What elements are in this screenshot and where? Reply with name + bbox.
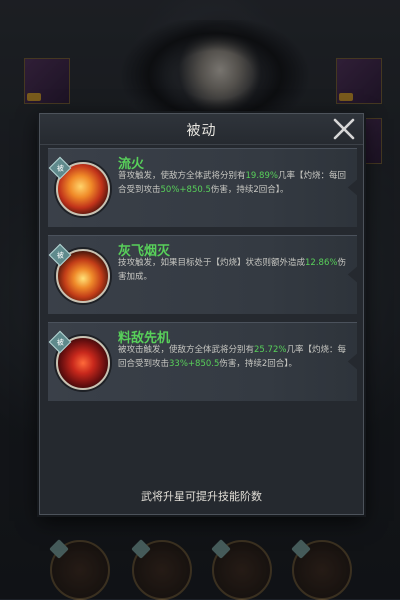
skill-description: 被攻击触发，使敌方全体武将分别有25.72%几率【灼烧：每回合受到攻击33%+8… bbox=[118, 345, 346, 369]
dialog-header: 被动 bbox=[40, 114, 363, 145]
close-icon bbox=[333, 118, 355, 140]
skill-description: 普攻触发，使敌方全体武将分别有19.89%几率【灼烧：每回合受到攻击50%+85… bbox=[118, 171, 346, 195]
dialog-title: 被动 bbox=[186, 123, 217, 139]
skill-item: 被 流火 普攻触发，使敌方全体武将分别有19.89%几率【灼烧：每回合受到攻击5… bbox=[48, 148, 357, 227]
skill-item: 被 灰飞烟灭 技攻触发，如果目标处于【灼烧】状态则额外造成12.86%伤害加成。 bbox=[48, 235, 357, 314]
star-up-hint: 武将升星可提升技能阶数 bbox=[141, 490, 262, 503]
close-button[interactable] bbox=[331, 116, 357, 142]
skill-description: 技攻触发，如果目标处于【灼烧】状态则额外造成12.86%伤害加成。 bbox=[118, 258, 346, 282]
passive-skill-dialog: 被动 被 流火 普攻触发，使敌方全体武将分别有19.89%几率【灼烧：每回合受到… bbox=[39, 113, 364, 515]
skill-list: 被 流火 普攻触发，使敌方全体武将分别有19.89%几率【灼烧：每回合受到攻击5… bbox=[48, 148, 357, 409]
skill-item: 被 料敌先机 被攻击触发，使敌方全体武将分别有25.72%几率【灼烧：每回合受到… bbox=[48, 322, 357, 401]
